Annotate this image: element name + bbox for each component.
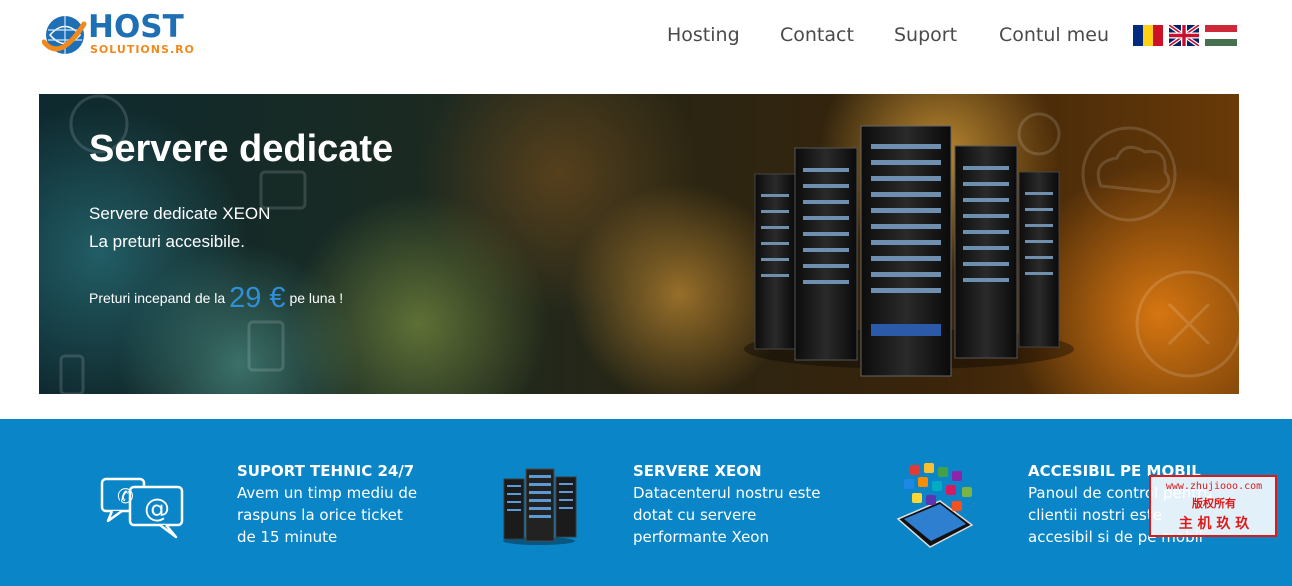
main-nav: Hosting Contact Suport Contul meu — [0, 22, 1292, 48]
english-flag-icon[interactable] — [1169, 25, 1199, 46]
svg-text:@: @ — [144, 494, 170, 524]
feature-line: Datacenterul nostru este — [633, 484, 821, 502]
watermark-line-2: 主 机 玖 玖 — [1178, 516, 1250, 532]
watermark-stamp: www.zhujiooo.com 版权所有 主 机 玖 玖 — [1149, 475, 1277, 537]
smartphone-apps-icon — [896, 463, 974, 548]
watermark-line-1: 版权所有 — [1192, 497, 1236, 510]
features-band: ✆ @ SUPORT TEHNIC 24/7 Avem un timp medi… — [0, 419, 1292, 586]
language-selector — [1133, 25, 1239, 47]
server-rack-icon — [503, 468, 577, 545]
nav-item-hosting[interactable]: Hosting — [667, 22, 740, 48]
nav-item-suport[interactable]: Suport — [894, 22, 957, 48]
feature-line: raspuns la orice ticket — [237, 506, 403, 524]
svg-text:✆: ✆ — [117, 484, 134, 508]
feature-title: SUPORT TEHNIC 24/7 — [237, 462, 415, 480]
nav-item-contul-meu[interactable]: Contul meu — [999, 22, 1109, 48]
banner-title: Servere dedicate — [89, 128, 394, 170]
server-racks-illustration — [744, 125, 1074, 377]
watermark-url: www.zhujiooo.com — [1165, 481, 1263, 492]
banner-price: Preturi incepand de la 29 € pe luna ! — [89, 282, 343, 315]
hungarian-flag-icon[interactable] — [1205, 25, 1237, 46]
banner-line-2: La preturi accesibile. — [89, 232, 245, 251]
banner-line-1: Servere dedicate XEON — [89, 204, 271, 223]
feature-line: dotat cu servere — [633, 506, 757, 524]
price-amount: 29 € — [229, 282, 286, 314]
feature-description: Avem un timp mediu de raspuns la orice t… — [237, 482, 417, 548]
feature-line: Avem un timp mediu de — [237, 484, 418, 502]
feature-support: ✆ @ SUPORT TEHNIC 24/7 Avem un timp medi… — [0, 419, 430, 586]
price-prefix: Preturi incepand de la — [89, 290, 226, 306]
chat-bubbles-icon: ✆ @ — [100, 477, 184, 539]
feature-line: performante Xeon — [633, 528, 769, 546]
hero-banner[interactable]: Servere dedicate Servere dedicate XEON L… — [39, 94, 1239, 394]
price-suffix: pe luna ! — [289, 290, 344, 306]
feature-servers: SERVERE XEON Datacenterul nostru este do… — [430, 419, 830, 586]
feature-title: SERVERE XEON — [633, 462, 762, 480]
feature-line: de 15 minute — [237, 528, 338, 546]
nav-item-contact[interactable]: Contact — [780, 22, 854, 48]
site-header: HOST SOLUTIONS.RO Hosting Contact Suport… — [0, 0, 1292, 94]
romanian-flag-icon[interactable] — [1133, 25, 1163, 46]
feature-description: Datacenterul nostru este dotat cu server… — [633, 482, 821, 548]
